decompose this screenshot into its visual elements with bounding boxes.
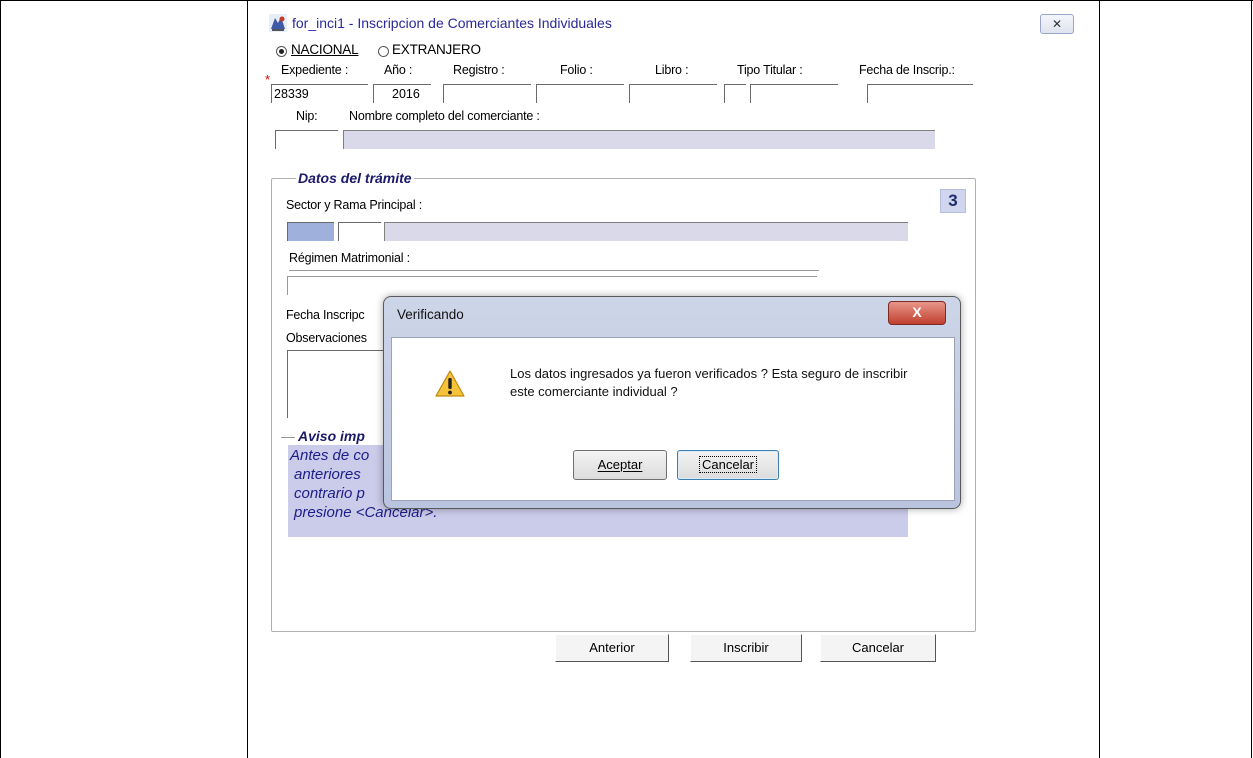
libro-field[interactable] bbox=[629, 84, 717, 103]
label-fecha-inscrip: Fecha de Inscrip.: bbox=[859, 63, 955, 77]
window-title-bar: for_inci1 - Inscripcion de Comerciantes … bbox=[268, 10, 1088, 38]
label-folio: Folio : bbox=[560, 63, 593, 77]
aviso-group-line bbox=[281, 437, 295, 438]
radio-extranjero[interactable] bbox=[378, 46, 389, 57]
dialog-title: Verificando bbox=[397, 307, 464, 322]
folio-field[interactable] bbox=[536, 84, 624, 103]
radio-nacional[interactable] bbox=[276, 46, 287, 57]
tipo-titular-field[interactable] bbox=[750, 84, 838, 103]
label-extranjero: EXTRANJERO bbox=[392, 42, 481, 57]
inscribir-button[interactable]: Inscribir bbox=[690, 634, 802, 662]
label-registro: Registro : bbox=[453, 63, 505, 77]
aceptar-label: Aceptar bbox=[597, 457, 643, 472]
label-observaciones: Observaciones bbox=[286, 331, 367, 345]
label-tipo-titular: Tipo Titular : bbox=[737, 63, 803, 77]
page-frame-right bbox=[1251, 0, 1252, 758]
required-marker: * bbox=[265, 72, 270, 87]
aceptar-button[interactable]: Aceptar bbox=[573, 450, 667, 480]
label-regimen: Régimen Matrimonial : bbox=[289, 251, 410, 265]
confirm-dialog: Verificando X Los datos ingresados ya fu… bbox=[383, 296, 961, 509]
page-column-divider-left bbox=[247, 0, 248, 758]
label-libro: Libro : bbox=[655, 63, 689, 77]
tipo-titular-code-field[interactable] bbox=[724, 84, 746, 103]
label-nip: Nip: bbox=[296, 109, 318, 123]
label-nacional: NACIONAL bbox=[291, 42, 359, 57]
anterior-button[interactable]: Anterior bbox=[555, 634, 669, 662]
page-number-badge: 3 bbox=[940, 189, 966, 213]
observaciones-field[interactable] bbox=[287, 350, 397, 418]
page-frame-top bbox=[0, 0, 1253, 1]
rama-code-field[interactable] bbox=[338, 222, 381, 241]
label-nombre: Nombre completo del comerciante : bbox=[349, 109, 540, 123]
aviso-group-title: Aviso imp bbox=[296, 428, 367, 444]
page-frame-left bbox=[0, 0, 1, 758]
dialog-body: Los datos ingresados ya fueron verificad… bbox=[391, 337, 955, 501]
fecha-inscrip-field[interactable] bbox=[867, 84, 973, 103]
sector-code-field[interactable] bbox=[287, 222, 334, 241]
anio-field[interactable]: 2016 bbox=[373, 84, 431, 103]
cancelar-button[interactable]: Cancelar bbox=[820, 634, 936, 662]
dialog-message: Los datos ingresados ya fueron verificad… bbox=[510, 366, 908, 399]
app-icon bbox=[269, 14, 287, 32]
aviso-line-4: presione <Cancelar>. bbox=[294, 504, 438, 521]
label-expediente: Expediente : bbox=[281, 63, 349, 77]
tramite-group-title: Datos del trámite bbox=[296, 170, 414, 186]
registro-field[interactable] bbox=[443, 84, 531, 103]
cancelar-dialog-button[interactable]: Cancelar bbox=[677, 450, 779, 480]
close-icon: X bbox=[912, 304, 922, 320]
close-icon: ✕ bbox=[1051, 17, 1063, 31]
cancelar-dialog-label: Cancelar bbox=[698, 456, 758, 473]
nombre-field bbox=[343, 130, 935, 149]
label-anio: Año : bbox=[384, 63, 413, 77]
window-close-button[interactable]: ✕ bbox=[1040, 14, 1074, 34]
sector-description-field bbox=[384, 222, 908, 241]
label-fecha-inscripcion: Fecha Inscripc bbox=[286, 308, 365, 322]
window-title: for_inci1 - Inscripcion de Comerciantes … bbox=[292, 15, 612, 31]
regimen-field[interactable] bbox=[287, 276, 817, 295]
warning-icon bbox=[435, 370, 465, 403]
regimen-underline bbox=[289, 270, 819, 271]
dialog-close-button[interactable]: X bbox=[888, 301, 946, 325]
page-column-divider-right bbox=[1099, 0, 1100, 758]
nip-field[interactable] bbox=[275, 130, 338, 149]
expediente-field[interactable]: 28339 bbox=[271, 84, 368, 103]
label-sector: Sector y Rama Principal : bbox=[286, 198, 423, 212]
